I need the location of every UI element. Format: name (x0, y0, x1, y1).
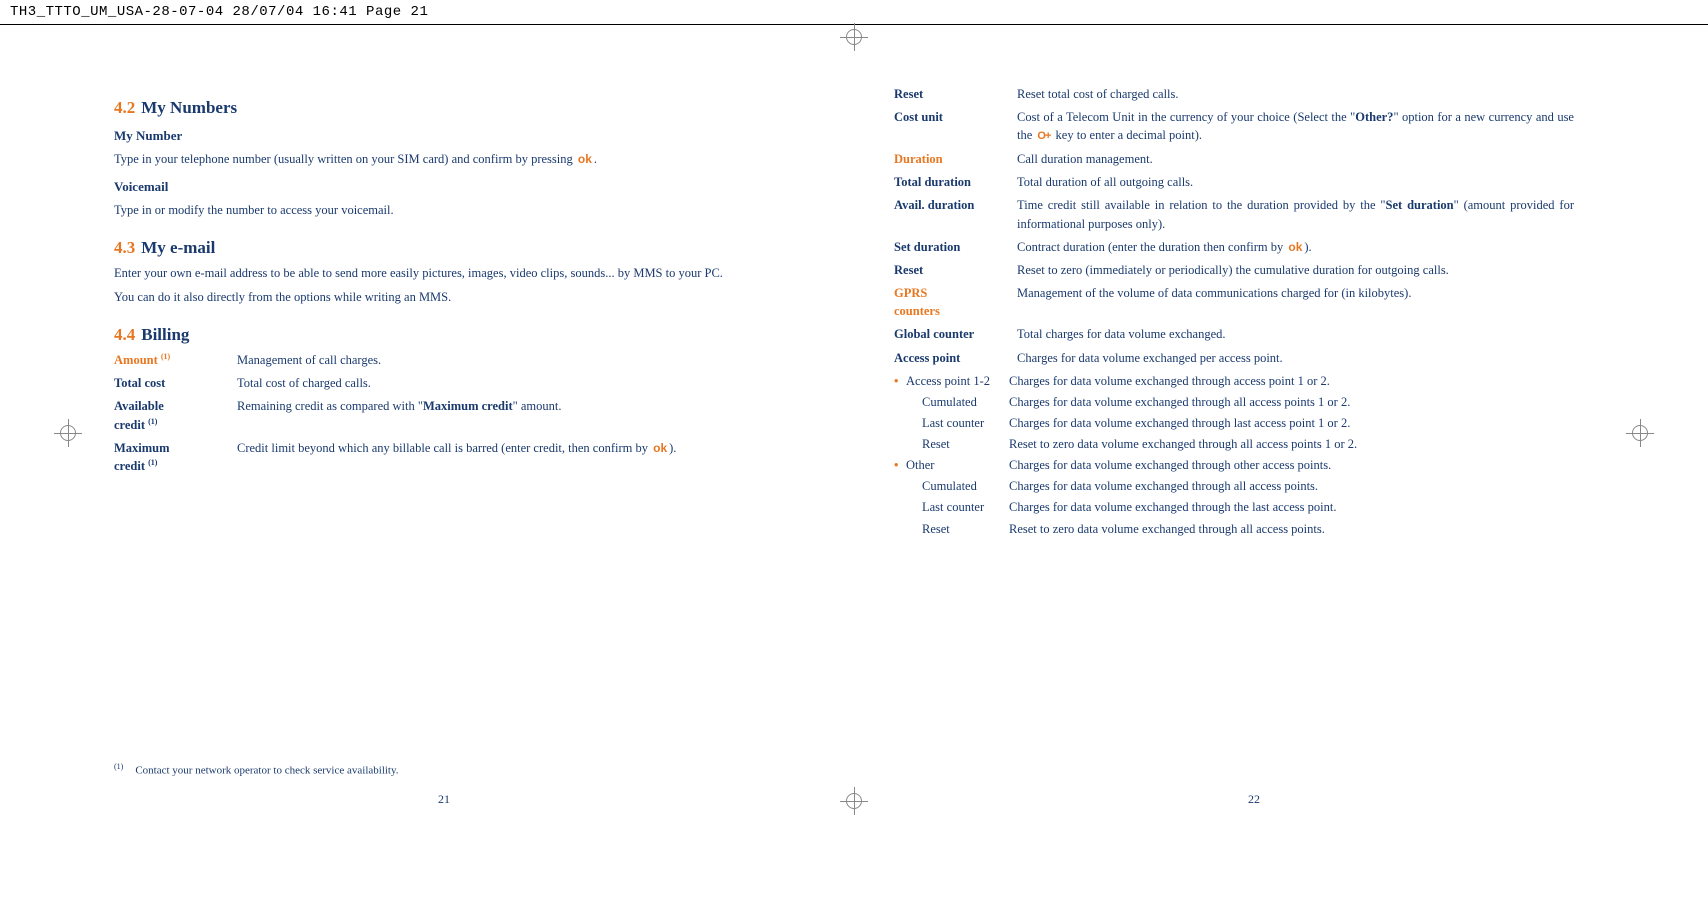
row-set-duration: Set duration Contract duration (enter th… (894, 238, 1574, 256)
row-avail-duration: Avail. duration Time credit still availa… (894, 196, 1574, 232)
term: Duration (894, 150, 1017, 168)
print-header: TH3_TTTO_UM_USA-28-07-04 28/07/04 16:41 … (0, 0, 1708, 25)
bullet-desc: Charges for data volume exchanged throug… (1009, 456, 1574, 474)
desc: Charges for data volume exchanged per ac… (1017, 349, 1574, 367)
footnote: (1) Contact your network operator to chec… (114, 762, 774, 777)
row-reset-duration: Reset Reset to zero (immediately or peri… (894, 261, 1574, 279)
term-total-cost: Total cost (114, 374, 237, 392)
sub-last-counter: Last counter Charges for data volume exc… (922, 414, 1574, 432)
term: Avail. duration (894, 196, 1017, 232)
bullet-term: Other (906, 456, 1009, 474)
sub-desc: Charges for data volume exchanged throug… (1009, 498, 1574, 516)
term-available-credit: Available credit (1) (114, 397, 237, 433)
email-text-2: You can do it also directly from the opt… (114, 288, 794, 307)
page-number: 22 (844, 792, 1664, 807)
desc: Contract duration (enter the duration th… (1017, 238, 1574, 256)
desc: Call duration management. (1017, 150, 1574, 168)
bullet-term: Access point 1-2 (906, 372, 1009, 390)
page-spread: 4.2 My Numbers My Number Type in your tel… (44, 25, 1664, 845)
sub-desc: Reset to zero data volume exchanged thro… (1009, 435, 1574, 453)
desc: Total charges for data volume exchanged. (1017, 325, 1574, 343)
billing-maximum-credit-row: Maximum credit (1) Credit limit beyond w… (114, 439, 794, 475)
desc: Time credit still available in relation … (1017, 196, 1574, 232)
term: Reset (894, 85, 1017, 103)
sub-reset: Reset Reset to zero data volume exchange… (922, 520, 1574, 538)
ok-icon: ok (651, 441, 669, 455)
section-4-2-heading: 4.2 My Numbers (114, 98, 794, 118)
my-number-text: Type in your telephone number (usually w… (114, 150, 794, 169)
sub-desc: Charges for data volume exchanged throug… (1009, 414, 1574, 432)
sub-term: Last counter (922, 414, 1009, 432)
row-reset: Reset Reset total cost of charged calls. (894, 85, 1574, 103)
sub-last-counter: Last counter Charges for data volume exc… (922, 498, 1574, 516)
section-4-3-heading: 4.3 My e-mail (114, 238, 794, 258)
section-title: My Numbers (141, 98, 237, 117)
section-number: 4.4 (114, 325, 135, 344)
desc: Total duration of all outgoing calls. (1017, 173, 1574, 191)
row-duration: Duration Call duration management. (894, 150, 1574, 168)
sub-cumulated: Cumulated Charges for data volume exchan… (922, 393, 1574, 411)
bullet-desc: Charges for data volume exchanged throug… (1009, 372, 1574, 390)
bullet-icon: • (894, 372, 906, 390)
term: Set duration (894, 238, 1017, 256)
section-number: 4.2 (114, 98, 135, 117)
sub-desc: Charges for data volume exchanged throug… (1009, 477, 1574, 495)
term: Cost unit (894, 108, 1017, 145)
term: Total duration (894, 173, 1017, 191)
term-maximum-credit: Maximum credit (1) (114, 439, 237, 475)
section-title: Billing (141, 325, 189, 344)
section-4-4-heading: 4.4 Billing (114, 325, 794, 345)
billing-available-credit-row: Available credit (1) Remaining credit as… (114, 397, 794, 433)
footnote-text: Contact your network operator to check s… (135, 765, 398, 777)
key-icon: O+ (1035, 129, 1052, 145)
sub-term: Reset (922, 435, 1009, 453)
sub-desc: Charges for data volume exchanged throug… (1009, 393, 1574, 411)
desc-available-credit: Remaining credit as compared with "Maxim… (237, 397, 794, 433)
term: GPRScounters (894, 284, 1017, 320)
sub-desc: Reset to zero data volume exchanged thro… (1009, 520, 1574, 538)
page-number: 21 (44, 792, 844, 807)
bullet-other: • Other Charges for data volume exchange… (894, 456, 1574, 474)
page-22: Reset Reset total cost of charged calls.… (844, 25, 1664, 845)
ok-icon: ok (576, 152, 594, 166)
desc: Cost of a Telecom Unit in the currency o… (1017, 108, 1574, 145)
term: Access point (894, 349, 1017, 367)
desc-maximum-credit: Credit limit beyond which any billable c… (237, 439, 794, 475)
voicemail-text: Type in or modify the number to access y… (114, 201, 794, 220)
desc: Management of the volume of data communi… (1017, 284, 1574, 320)
email-text-1: Enter your own e-mail address to be able… (114, 264, 794, 283)
sub-reset: Reset Reset to zero data volume exchange… (922, 435, 1574, 453)
row-global-counter: Global counter Total charges for data vo… (894, 325, 1574, 343)
billing-total-cost-row: Total cost Total cost of charged calls. (114, 374, 794, 392)
voicemail-heading: Voicemail (114, 179, 794, 195)
ok-icon: ok (1286, 240, 1304, 254)
term: Global counter (894, 325, 1017, 343)
my-number-heading: My Number (114, 128, 794, 144)
desc-amount: Management of call charges. (237, 351, 794, 369)
sub-cumulated: Cumulated Charges for data volume exchan… (922, 477, 1574, 495)
sub-term: Cumulated (922, 477, 1009, 495)
sub-term: Cumulated (922, 393, 1009, 411)
page-21: 4.2 My Numbers My Number Type in your tel… (44, 25, 844, 845)
section-title: My e-mail (141, 238, 215, 257)
text-fragment: Type in your telephone number (usually w… (114, 152, 576, 166)
sub-term: Last counter (922, 498, 1009, 516)
term-amount: Amount (1) (114, 351, 237, 369)
text-fragment: . (594, 152, 597, 166)
bullet-icon: • (894, 456, 906, 474)
row-gprs-counters: GPRScounters Management of the volume of… (894, 284, 1574, 320)
row-cost-unit: Cost unit Cost of a Telecom Unit in the … (894, 108, 1574, 145)
desc: Reset to zero (immediately or periodical… (1017, 261, 1574, 279)
billing-amount-row: Amount (1) Management of call charges. (114, 351, 794, 369)
section-number: 4.3 (114, 238, 135, 257)
row-access-point: Access point Charges for data volume exc… (894, 349, 1574, 367)
footnote-mark: (1) (114, 762, 123, 771)
desc-total-cost: Total cost of charged calls. (237, 374, 794, 392)
bullet-access-point-1-2: • Access point 1-2 Charges for data volu… (894, 372, 1574, 390)
desc: Reset total cost of charged calls. (1017, 85, 1574, 103)
sub-term: Reset (922, 520, 1009, 538)
term: Reset (894, 261, 1017, 279)
row-total-duration: Total duration Total duration of all out… (894, 173, 1574, 191)
